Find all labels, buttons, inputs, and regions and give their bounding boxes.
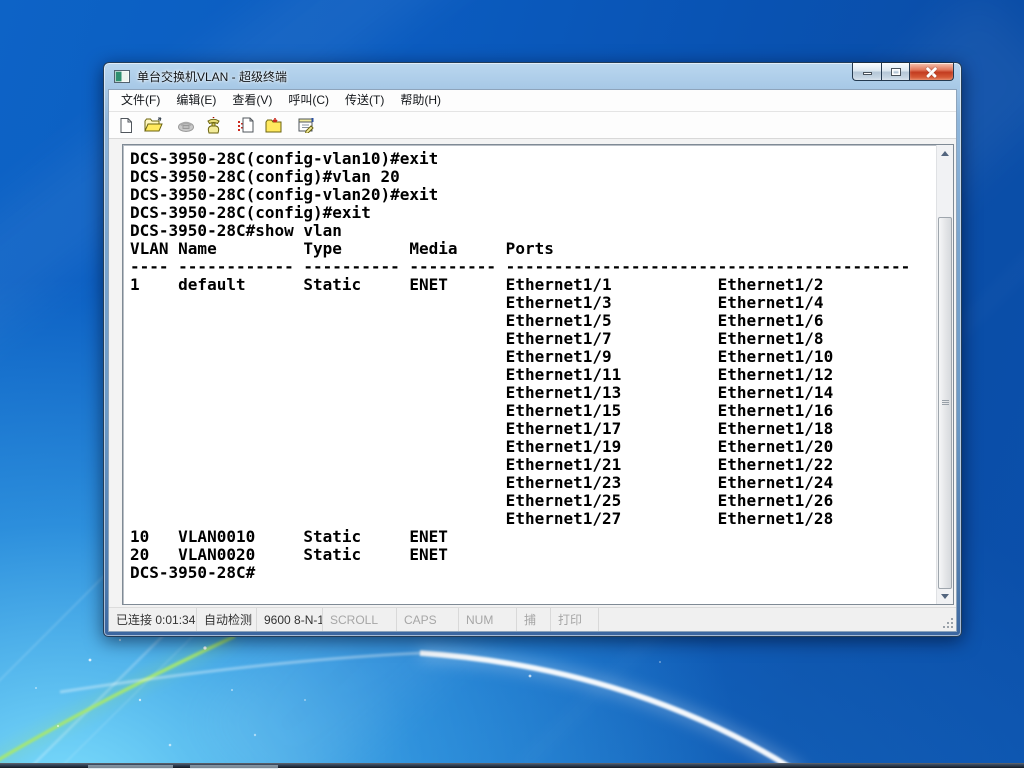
scroll-down-icon xyxy=(941,594,949,599)
menu-help[interactable]: 帮助(H) xyxy=(392,90,449,111)
send-file-icon xyxy=(237,117,255,133)
window-title: 单台交换机VLAN - 超级终端 xyxy=(137,68,287,85)
maximize-icon xyxy=(891,68,901,76)
vertical-scrollbar[interactable] xyxy=(936,145,953,604)
minimize-icon xyxy=(863,72,872,75)
status-caps: CAPS xyxy=(397,608,459,631)
status-num: NUM xyxy=(459,608,517,631)
close-icon xyxy=(926,66,937,77)
call-button[interactable] xyxy=(176,116,196,135)
terminal-view[interactable]: DCS-3950-28C(config-vlan10)#exit DCS-395… xyxy=(122,144,954,605)
properties-icon xyxy=(297,117,315,133)
scroll-up-icon xyxy=(941,151,949,156)
receive-button[interactable] xyxy=(263,116,283,135)
menu-view[interactable]: 查看(V) xyxy=(224,90,280,111)
terminal-output[interactable]: DCS-3950-28C(config-vlan10)#exit DCS-395… xyxy=(123,145,936,604)
status-bar: 已连接 0:01:34 自动检测 9600 8-N-1 SCROLL CAPS … xyxy=(109,607,956,631)
menu-transfer[interactable]: 传送(T) xyxy=(337,90,392,111)
window-client-area: 文件(F) 编辑(E) 查看(V) 呼叫(C) 传送(T) 帮助(H) xyxy=(108,89,957,632)
scroll-up-button[interactable] xyxy=(937,145,953,161)
caption-buttons xyxy=(852,62,954,81)
status-print-echo: 打印 xyxy=(551,608,599,631)
taskbar[interactable] xyxy=(0,763,1024,768)
status-scroll: SCROLL xyxy=(323,608,397,631)
new-connection-button[interactable] xyxy=(116,116,136,135)
toolbar xyxy=(109,112,956,139)
minimize-button[interactable] xyxy=(852,62,881,81)
menu-bar: 文件(F) 编辑(E) 查看(V) 呼叫(C) 传送(T) 帮助(H) xyxy=(109,90,956,112)
menu-call[interactable]: 呼叫(C) xyxy=(280,90,337,111)
resize-grip[interactable] xyxy=(941,616,954,629)
hyperterminal-window: 单台交换机VLAN - 超级终端 文件(F) 编辑(E) 查看(V) 呼叫(C)… xyxy=(103,62,962,637)
scrollbar-grip-icon xyxy=(942,400,949,401)
send-button[interactable] xyxy=(236,116,256,135)
close-button[interactable] xyxy=(909,62,954,81)
scrollbar-thumb[interactable] xyxy=(938,217,952,589)
scroll-down-button[interactable] xyxy=(937,588,953,604)
title-bar[interactable]: 单台交换机VLAN - 超级终端 xyxy=(104,63,961,89)
phone-call-icon xyxy=(177,118,195,133)
menu-edit[interactable]: 编辑(E) xyxy=(168,90,224,111)
taskbar-button[interactable] xyxy=(88,765,173,769)
status-baud: 9600 8-N-1 xyxy=(257,608,323,631)
menu-file[interactable]: 文件(F) xyxy=(113,90,168,111)
phone-hangup-icon xyxy=(205,117,222,134)
maximize-button[interactable] xyxy=(881,62,909,81)
open-connection-button[interactable] xyxy=(143,116,163,135)
status-emulation: 自动检测 xyxy=(197,608,257,631)
properties-button[interactable] xyxy=(296,116,316,135)
new-file-icon xyxy=(118,117,134,134)
app-icon xyxy=(114,70,130,83)
open-folder-icon xyxy=(144,117,163,133)
receive-folder-icon xyxy=(264,117,283,133)
hang-up-button[interactable] xyxy=(203,116,223,135)
taskbar-button[interactable] xyxy=(190,765,278,769)
status-capture: 捕 xyxy=(517,608,551,631)
status-connection: 已连接 0:01:34 xyxy=(109,608,197,631)
